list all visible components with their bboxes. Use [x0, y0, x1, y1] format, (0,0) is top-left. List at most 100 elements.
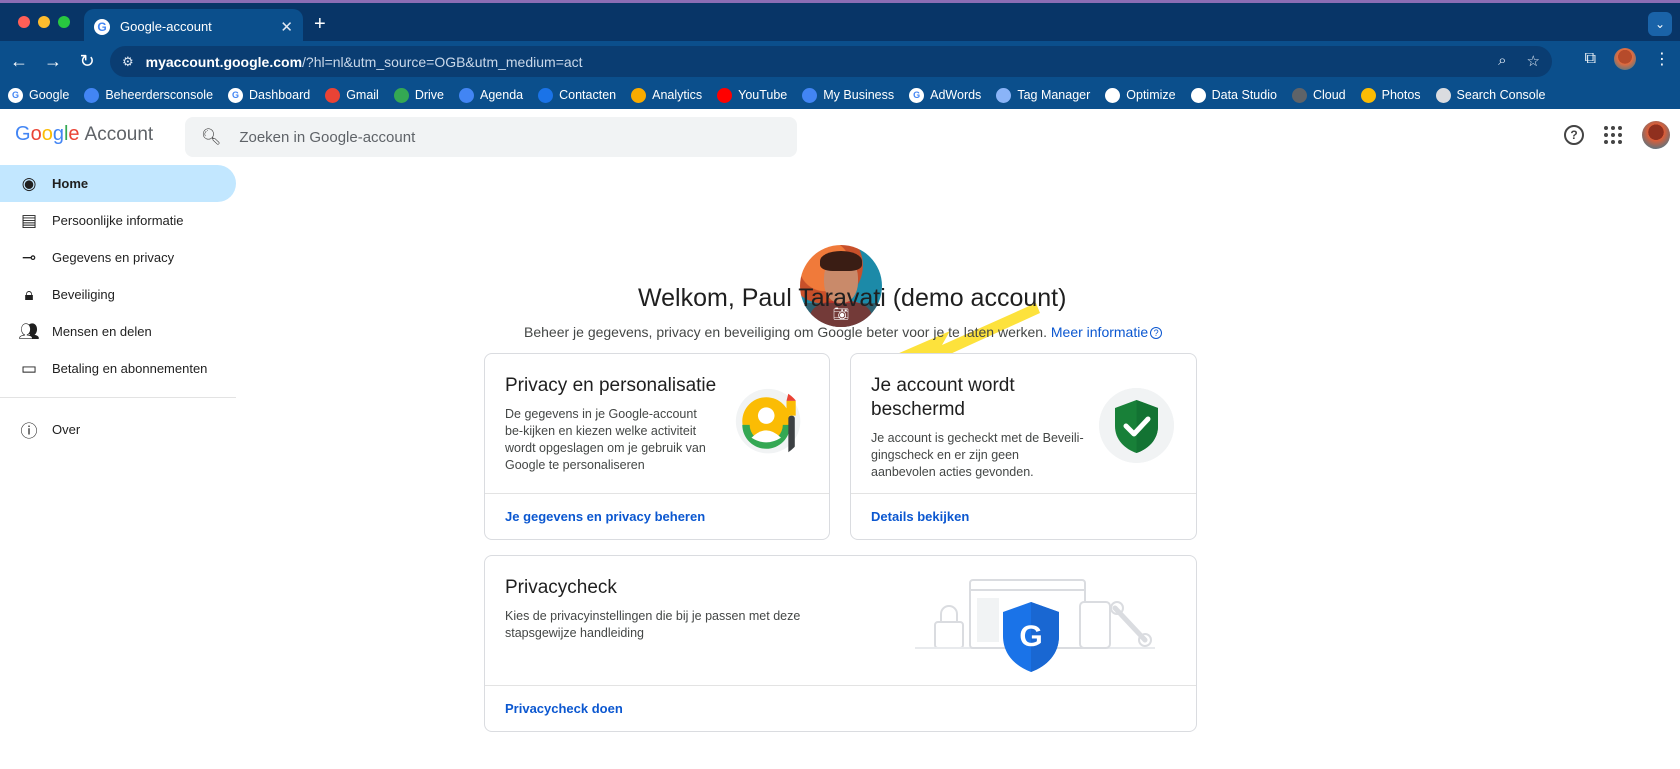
sidebar-item-gegevens[interactable]: ⊸ Gegevens en privacy — [0, 239, 236, 276]
my-business-icon — [802, 87, 818, 103]
address-bar[interactable]: ⚙ myaccount.google.com/?hl=nl&utm_source… — [110, 46, 1552, 77]
lock-icon: 🔒︎ — [24, 284, 34, 304]
account-wordmark: Account — [84, 124, 154, 145]
account-page: Google Account 🔍︎ Zoeken in Google-accou… — [0, 109, 1680, 766]
card-title: Je account wordt beschermd — [871, 375, 1015, 420]
bookmark-label: Search Console — [1456, 88, 1546, 102]
privacycheck-illustration-icon: G — [915, 579, 1155, 672]
bookmark-star-icon[interactable]: ☆ — [1527, 52, 1540, 70]
bookmark-item[interactable]: Gmail — [325, 87, 379, 103]
bookmark-label: Google — [29, 88, 70, 102]
close-window-button[interactable] — [18, 16, 30, 28]
security-card[interactable]: Je account wordt beschermd Je account is… — [850, 353, 1197, 540]
minimize-window-button[interactable] — [38, 16, 50, 28]
cloud-icon — [1291, 87, 1307, 103]
zoom-icon[interactable]: ⌕ — [1498, 52, 1506, 70]
forward-arrow-icon[interactable]: → — [36, 51, 70, 72]
google-icon: G — [228, 87, 244, 103]
url-path: /?hl=nl&utm_source=OGB&utm_medium=act — [302, 53, 583, 70]
more-info-link[interactable]: Meer informatie — [1051, 324, 1148, 340]
google-account-logo[interactable]: Google Account — [15, 123, 153, 146]
bookmark-item[interactable]: Drive — [393, 87, 445, 103]
maximize-window-button[interactable] — [58, 16, 70, 28]
sidebar-item-home[interactable]: ◉ Home — [0, 165, 236, 202]
window-controls — [18, 16, 70, 28]
close-tab-icon[interactable]: ✕ — [280, 18, 293, 36]
sidebar-item-label: Mensen en delen — [52, 324, 152, 339]
new-tab-icon[interactable]: + — [314, 13, 326, 36]
bookmark-label: Dashboard — [249, 88, 311, 102]
card-link[interactable]: Privacycheck doen — [485, 685, 1196, 731]
photos-icon — [1360, 87, 1376, 103]
intro-body: Beheer je gegevens, privacy en beveiligi… — [524, 324, 1047, 340]
address-bar-actions: ⌕ ☆ — [1498, 52, 1540, 70]
bookmark-item[interactable]: G Dashboard — [228, 87, 311, 103]
bookmark-item[interactable]: Tag Manager — [996, 87, 1090, 103]
sidebar-item-over[interactable]: ⓘ Over — [0, 411, 236, 448]
tag-manager-icon — [996, 87, 1012, 103]
gmail-icon — [325, 87, 341, 103]
google-wordmark: Google — [15, 123, 80, 145]
account-circle-icon: ◉ — [21, 173, 37, 193]
extensions-icon[interactable]: ⧉ — [1585, 50, 1596, 68]
search-input[interactable]: 🔍︎ Zoeken in Google-account — [185, 117, 797, 157]
bookmark-label: Beheerdersconsole — [105, 88, 214, 102]
sidebar-item-label: Persoonlijke informatie — [52, 213, 184, 228]
back-arrow-icon[interactable]: ← — [2, 51, 36, 72]
sidebar-item-persoonlijke[interactable]: ▤ Persoonlijke informatie — [0, 202, 236, 239]
sidebar-divider — [0, 397, 236, 398]
bookmark-item[interactable]: Agenda — [459, 87, 523, 103]
google-favicon-icon: G — [94, 18, 110, 35]
profile-avatar[interactable] — [1614, 48, 1636, 70]
url-host: myaccount.google.com — [145, 53, 303, 70]
help-icon[interactable]: ? — [1564, 125, 1584, 145]
bookmark-label: YouTube — [738, 88, 788, 102]
bookmark-item[interactable]: Beheerdersconsole — [84, 87, 214, 103]
privacycheck-card[interactable]: Privacycheck Kies de privacyinstellingen… — [484, 555, 1197, 732]
browser-toolbar: ← → ↻ ⚙ myaccount.google.com/?hl=nl&utm_… — [0, 41, 1680, 81]
info-circle-icon[interactable]: ? — [1150, 327, 1163, 339]
tab-strip: G Google-account ✕ + ⌄ — [0, 0, 1680, 44]
reload-icon[interactable]: ↻ — [70, 51, 104, 72]
account-avatar[interactable] — [1642, 121, 1670, 149]
admin-console-icon — [84, 87, 100, 103]
shield-check-icon — [1099, 388, 1174, 463]
bookmark-label: Analytics — [652, 88, 703, 102]
search-placeholder: Zoeken in Google-account — [239, 128, 416, 146]
sidebar-item-mensen[interactable]: 👥︎ Mensen en delen — [0, 313, 236, 350]
bookmark-label: Drive — [414, 88, 445, 102]
apps-grid-icon[interactable] — [1604, 126, 1622, 144]
toolbar-right: ⧉ ⋮ — [1585, 48, 1670, 70]
browser-tab[interactable]: G Google-account ✕ — [84, 9, 303, 44]
bookmark-label: Optimize — [1126, 88, 1176, 102]
privacy-card[interactable]: Privacy en personalisatie De gegevens in… — [484, 353, 830, 540]
sidebar-item-beveiliging[interactable]: 🔒︎ Beveiliging — [0, 276, 236, 313]
bookmark-item[interactable]: Photos — [1360, 87, 1421, 103]
browser-chrome: G Google-account ✕ + ⌄ ← → ↻ ⚙ myaccount… — [0, 0, 1680, 109]
bookmark-item[interactable]: YouTube — [717, 87, 788, 103]
sidebar-nav: ◉ Home ▤ Persoonlijke informatie ⊸ Gegevens e… — [0, 165, 236, 448]
sidebar-item-label: Home — [52, 176, 89, 191]
site-info-icon[interactable]: ⚙ — [122, 54, 134, 70]
info-icon: ⓘ — [20, 422, 38, 441]
card-body: Kies de privacyinstellingen die bij je p… — [505, 609, 801, 640]
id-card-icon: ▤ — [20, 210, 38, 230]
card-link[interactable]: Details bekijken — [851, 493, 1196, 539]
bookmark-item[interactable]: Analytics — [631, 87, 703, 103]
sidebar-item-label: Over — [52, 422, 81, 437]
card-link[interactable]: Je gegevens en privacy beheren — [485, 493, 829, 539]
more-menu-icon[interactable]: ⋮ — [1654, 49, 1670, 69]
bookmark-item[interactable]: Search Console — [1435, 87, 1546, 103]
card-title: Privacy en personalisatie — [505, 375, 717, 396]
globe-icon — [1190, 87, 1206, 103]
tab-search-chevron-icon[interactable]: ⌄ — [1648, 12, 1672, 36]
sidebar-item-betaling[interactable]: ▭ Betaling en abonnementen — [0, 350, 236, 387]
bookmark-item[interactable]: My Business — [802, 87, 894, 103]
bookmark-item[interactable]: Optimize — [1105, 87, 1176, 103]
bookmark-item[interactable]: Data Studio — [1190, 87, 1277, 103]
bookmark-item[interactable]: Contacten — [538, 87, 616, 103]
bookmark-item[interactable]: Cloud — [1291, 87, 1346, 103]
bookmark-item[interactable]: G Google — [8, 87, 70, 103]
contacts-icon — [538, 87, 554, 103]
bookmark-item[interactable]: G AdWords — [909, 87, 981, 103]
